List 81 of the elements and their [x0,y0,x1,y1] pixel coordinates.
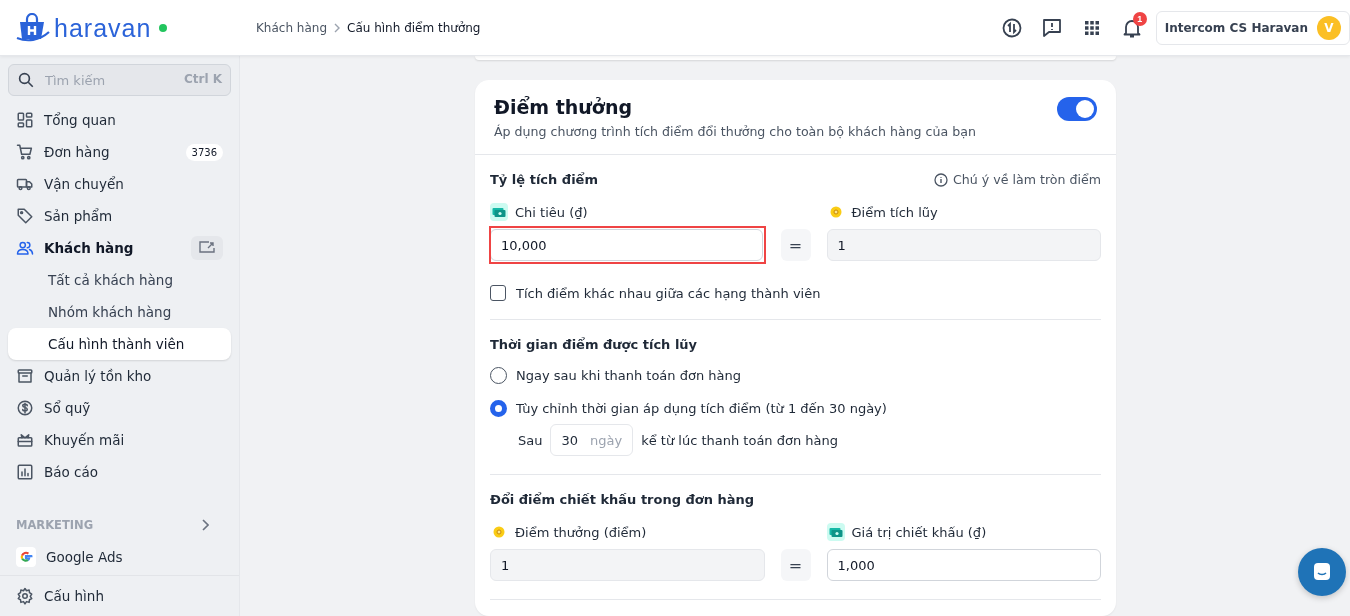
breadcrumb-link[interactable]: Khách hàng [256,20,328,35]
nav-item[interactable]: Khách hàng [8,232,231,264]
nav-label: Khuyến mãi [44,432,125,448]
section-title: Tỷ lệ tích điểm [490,172,598,187]
radio-button[interactable] [490,367,507,384]
field-label: Chi tiêu (₫) [515,204,588,220]
shortcut-button[interactable] [191,236,223,260]
checkbox-label: Tích điểm khác nhau giữa các hạng thành viên [516,285,821,301]
field-label: Điểm thưởng (điểm) [515,524,647,540]
nav-item[interactable]: Sổ quỹ [8,392,231,424]
nav-label: Sổ quỹ [44,400,91,416]
nav-label: Báo cáo [44,464,99,480]
toggle-switch[interactable] [1057,97,1097,121]
nav-label: Khách hàng [44,240,134,256]
chevron-right-icon [333,22,342,33]
nav-label: Tổng quan [44,112,116,128]
breadcrumb-current: Cấu hình điểm thưởng [347,20,481,35]
checkbox[interactable] [490,285,506,301]
input-field: 1 [490,549,765,581]
avatar: V [1317,15,1341,40]
chevron-right-icon [201,518,209,531]
chat-button[interactable] [1298,548,1346,596]
info-icon [934,172,949,187]
bag-logo-icon [16,12,50,43]
delay-suffix: kể từ lúc thanh toán đơn hàng [641,432,838,448]
nav-subitem[interactable]: Nhóm khách hàng [8,296,231,328]
input-field[interactable]: 1,000 [826,549,1101,581]
nav-item[interactable]: Khuyến mãi [8,424,231,456]
count-badge: 3736 [185,143,223,161]
cart-icon [16,143,34,161]
radio-button[interactable] [490,400,507,417]
dollar-coin-icon [16,399,34,417]
radio-label: Tùy chỉnh thời gian áp dụng tích điểm (từ 1 đến 30 ngày) [516,401,887,416]
nav-subitem[interactable]: Cấu hình thành viên [8,328,231,360]
notifications-button[interactable]: 1 [1115,11,1148,44]
nav-item[interactable]: Đơn hàng 3736 [8,136,231,168]
days-input[interactable]: 30 ngày [550,424,634,456]
cash-icon [826,523,845,541]
input-field[interactable]: 10,000 [490,229,763,261]
archive-box-icon [16,367,34,385]
unit-label: ngày [590,432,623,448]
radio-label: Ngay sau khi thanh toán đơn hàng [516,368,741,383]
account-button[interactable]: Intercom CS Haravan V [1155,10,1350,45]
nav-item[interactable]: Sản phẩm [8,200,231,232]
nav-label: Google Ads [46,549,123,565]
input-field: 1 [826,229,1101,261]
equals-sign: = [780,229,811,261]
nav-item[interactable]: Cấu hình [8,580,231,612]
keyboard-shortcut: Ctrl K [183,72,222,86]
g-logo-icon [16,547,36,567]
settings-icon [16,587,34,605]
delay-prefix: Sau [518,432,543,448]
nav-label: Đơn hàng [44,144,110,160]
bar-chart-icon [16,463,34,481]
users-icon [16,239,34,257]
tag-icon [16,207,34,225]
grid-icon [16,111,34,129]
cash-icon [490,203,508,221]
nav-item[interactable]: Vận chuyển [8,168,231,200]
equals-sign: = [780,549,811,581]
field-label: Điểm tích lũy [851,204,938,220]
section-title: Đổi điểm chiết khấu trong đơn hàng [490,492,755,507]
field-label: Giá trị chiết khấu (₫) [851,524,987,540]
nav-subitem[interactable]: Tất cả khách hàng [8,264,231,296]
card-title: Điểm thưởng [494,96,634,118]
section-heading: MARKETING [16,517,94,532]
nav-label: Vận chuyển [44,176,124,192]
nav-item[interactable]: Quản lý tồn kho [8,360,231,392]
notification-badge: 1 [1132,11,1147,26]
nav-label: Cấu hình [44,588,104,604]
nav-label: Sản phẩm [44,208,113,224]
nav-item[interactable]: Báo cáo [8,456,231,488]
section-title: Thời gian điểm được tích lũy [490,337,698,352]
monitor-arrow-icon [198,240,216,256]
nav-label: Quản lý tồn kho [44,368,152,384]
nav-item[interactable]: Tổng quan [8,104,231,136]
card-description: Áp dụng chương trình tích điểm đổi thưởng cho toàn bộ khách hàng của bạn [494,124,976,139]
account-name: Intercom CS Haravan [1164,20,1308,35]
gift-icon [16,431,34,449]
nav-item[interactable]: Google Ads [8,541,231,573]
logo-wordmark: haravan [54,13,152,42]
